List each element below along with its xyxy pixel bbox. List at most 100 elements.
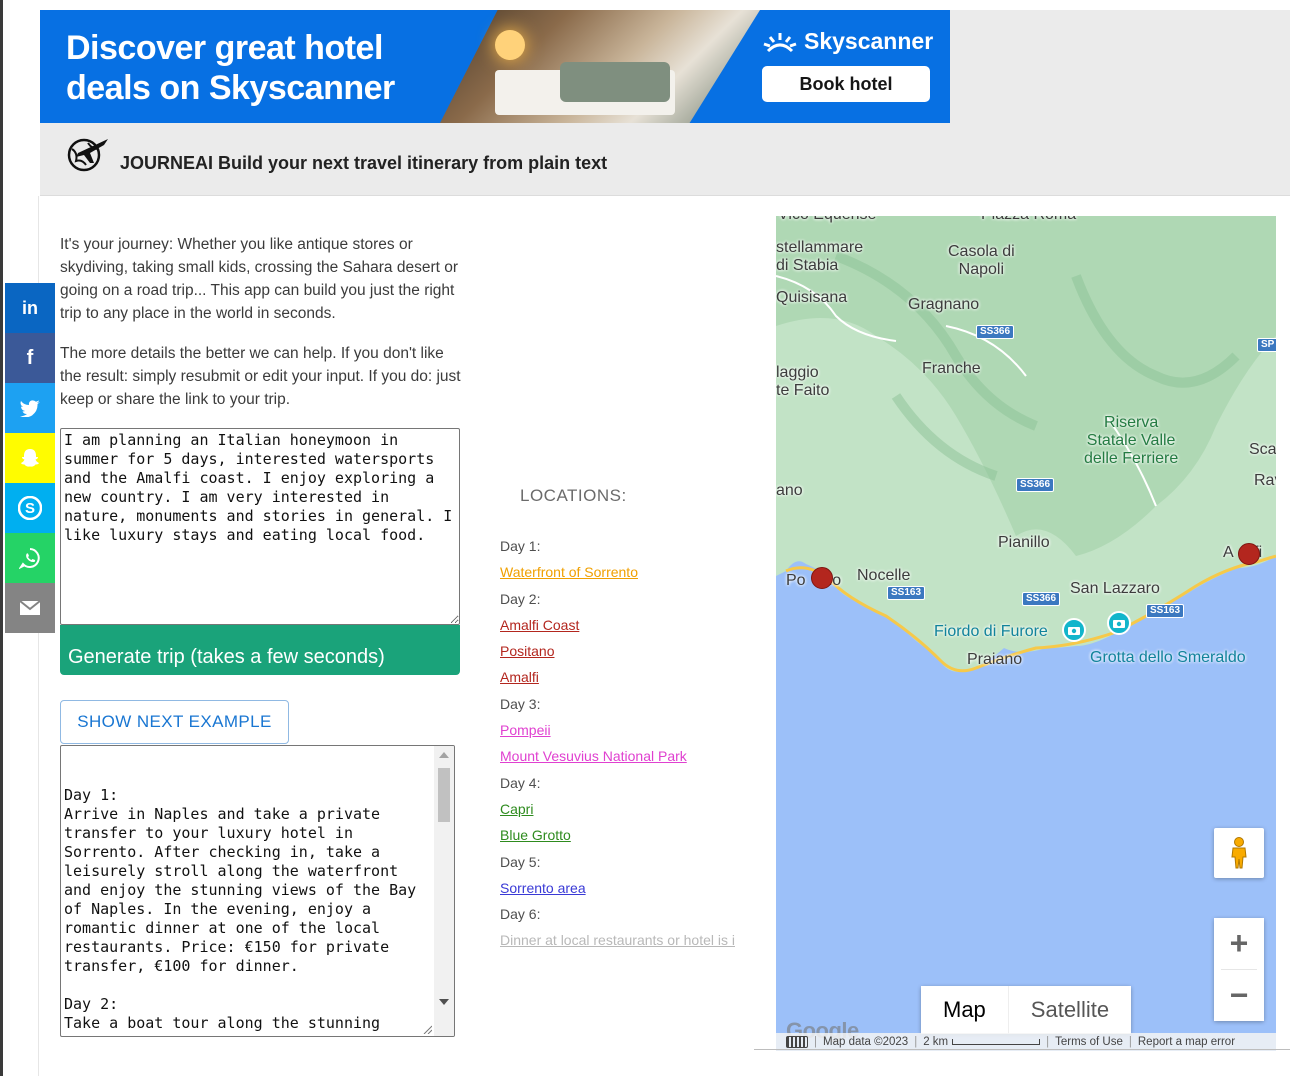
location-link[interactable]: Pompeii xyxy=(500,719,740,745)
road-shield: SS163 xyxy=(1146,604,1185,618)
snapchat-share-button[interactable] xyxy=(5,433,55,483)
location-link[interactable]: Capri xyxy=(500,798,740,824)
scroll-thumb[interactable] xyxy=(438,768,450,822)
map-type-map-button[interactable]: Map xyxy=(921,986,1008,1034)
globe-airplane-icon[interactable] xyxy=(64,133,110,173)
itinerary-text: Day 1: Arrive in Naples and take a priva… xyxy=(64,786,417,1032)
map-bottom-rule xyxy=(754,1049,1290,1050)
map-label-pianillo: Pianillo xyxy=(998,534,1050,551)
book-hotel-button[interactable]: Book hotel xyxy=(762,66,930,102)
app-title: JOURNEAI Build your next travel itinerar… xyxy=(120,153,608,173)
resize-grip-icon[interactable] xyxy=(422,1024,432,1034)
map-label-nocelle: Nocelle xyxy=(857,567,911,584)
email-share-button[interactable] xyxy=(5,583,55,633)
location-link[interactable]: Waterfront of Sorrento xyxy=(500,561,740,587)
location-pin-positano[interactable] xyxy=(811,567,833,589)
location-link[interactable]: Mount Vesuvius National Park xyxy=(500,745,740,771)
ad-headline: Discover great hotel deals on Skyscanner xyxy=(66,29,395,107)
map-label-praiano: Praiano xyxy=(967,651,1023,668)
show-next-example-button[interactable]: SHOW NEXT EXAMPLE xyxy=(60,700,289,744)
whatsapp-share-button[interactable] xyxy=(5,533,55,583)
map-label-quisisana: Quisisana xyxy=(776,289,848,306)
map-label-castellammare: stellammare di Stabia xyxy=(776,239,864,274)
snapchat-icon xyxy=(21,449,39,467)
scroll-down-arrow-icon[interactable] xyxy=(439,999,449,1005)
twitter-icon xyxy=(20,399,40,417)
location-link[interactable]: Blue Grotto xyxy=(500,824,740,850)
map-label-gragnano: Gragnano xyxy=(908,296,980,313)
location-link[interactable]: Positano xyxy=(500,640,740,666)
map-label-faito: laggio te Faito xyxy=(776,364,830,399)
skyscanner-sun-icon xyxy=(763,32,797,52)
locations-heading: LOCATIONS: xyxy=(520,486,627,505)
location-link[interactable]: Dinner at local restaurants or hotel is … xyxy=(500,929,740,955)
linkedin-share-button[interactable]: in xyxy=(5,283,55,333)
road-shield: SS163 xyxy=(887,586,926,600)
email-icon xyxy=(19,600,41,615)
map-label-rav: Rav xyxy=(1254,472,1276,489)
page: Discover great hotel deals on Skyscanner… xyxy=(0,0,1290,1076)
itinerary-scrollbar[interactable] xyxy=(434,746,454,1036)
zoom-in-button[interactable]: + xyxy=(1214,918,1264,969)
map-label-fiordo: Fiordo di Furore xyxy=(934,623,1048,640)
road-shield: SP xyxy=(1257,338,1276,352)
road-shield: SS366 xyxy=(1022,592,1061,606)
camera-poi-icon[interactable] xyxy=(1107,611,1131,635)
map-scale-label[interactable]: 2 km xyxy=(923,1036,948,1048)
skyscanner-ad-banner[interactable]: Discover great hotel deals on Skyscanner… xyxy=(40,10,950,123)
intro-paragraph-2: The more details the better we can help.… xyxy=(60,345,461,408)
window-edge xyxy=(0,0,3,1076)
street-view-pegman-button[interactable] xyxy=(1214,828,1264,878)
facebook-share-button[interactable]: f xyxy=(5,333,55,383)
skype-share-button[interactable]: S xyxy=(5,483,55,533)
location-link[interactable]: Sorrento area xyxy=(500,877,740,903)
location-day-label: Day 2: xyxy=(500,590,541,607)
ad-lamp-graphic xyxy=(495,30,525,60)
pegman-icon xyxy=(1231,837,1247,869)
map-label-casola: Casola di Napoli xyxy=(948,243,1015,278)
terms-of-use-link[interactable]: Terms of Use xyxy=(1055,1036,1123,1048)
location-link[interactable]: Amalfi Coast xyxy=(500,614,740,640)
map-type-control: Map Satellite xyxy=(921,986,1132,1034)
map-type-satellite-button[interactable]: Satellite xyxy=(1007,986,1132,1034)
map-label-franche: Franche xyxy=(922,360,981,377)
location-day-label: Day 6: xyxy=(500,906,541,923)
ad-bed-throw-graphic xyxy=(560,62,670,102)
map-label-sca: Sca xyxy=(1249,441,1276,458)
location-link[interactable]: Amalfi xyxy=(500,666,740,692)
scroll-up-arrow-icon[interactable] xyxy=(439,752,449,758)
itinerary-output[interactable]: Day 1: Arrive in Naples and take a priva… xyxy=(60,745,455,1037)
map-label-piazza: Piazza Roma xyxy=(981,216,1076,224)
whatsapp-icon xyxy=(19,548,40,569)
trip-description-input[interactable]: I am planning an Italian honeymoon in su… xyxy=(60,428,460,625)
social-share-bar: in f S xyxy=(5,283,55,633)
map-label-grotta: Grotta dello Smeraldo xyxy=(1090,649,1246,666)
location-day-label: Day 3: xyxy=(500,695,541,712)
facebook-icon: f xyxy=(26,346,34,369)
linkedin-icon: in xyxy=(22,297,38,318)
location-day-label: Day 4: xyxy=(500,774,541,791)
ad-brand-name: Skyscanner xyxy=(804,28,934,54)
report-map-error-link[interactable]: Report a map error xyxy=(1138,1036,1235,1048)
twitter-share-button[interactable] xyxy=(5,383,55,433)
ad-filler xyxy=(950,10,1290,123)
map[interactable]: Vico Equense Piazza Roma stellammare di … xyxy=(776,216,1276,1051)
road-shield: SS366 xyxy=(1016,478,1055,492)
road-shield: SS366 xyxy=(976,325,1015,339)
location-day-label: Day 5: xyxy=(500,853,541,870)
map-scale-bar xyxy=(952,1039,1041,1045)
map-label-vico: Vico Equense xyxy=(778,216,876,224)
skype-icon: S xyxy=(18,496,42,520)
zoom-controls: + − xyxy=(1214,918,1264,1021)
locations-list: Day 1: Waterfront of Sorrento Day 2: Amalfi… xyxy=(500,535,740,956)
ad-brand: Skyscanner xyxy=(762,28,933,55)
map-data-attribution: Map data ©2023 xyxy=(823,1036,909,1048)
zoom-out-button[interactable]: − xyxy=(1214,970,1264,1021)
map-label-san-lazzaro: San Lazzaro xyxy=(1070,580,1160,597)
generate-trip-button[interactable]: Generate trip (takes a few seconds) xyxy=(60,625,460,675)
camera-poi-icon[interactable] xyxy=(1062,618,1086,642)
location-day-label: Day 1: xyxy=(500,538,541,554)
map-label-riserva: Riserva Statale Valle delle Ferriere xyxy=(1084,414,1179,467)
keyboard-shortcuts-icon[interactable] xyxy=(786,1036,808,1048)
location-pin-amalfi[interactable] xyxy=(1238,543,1260,565)
